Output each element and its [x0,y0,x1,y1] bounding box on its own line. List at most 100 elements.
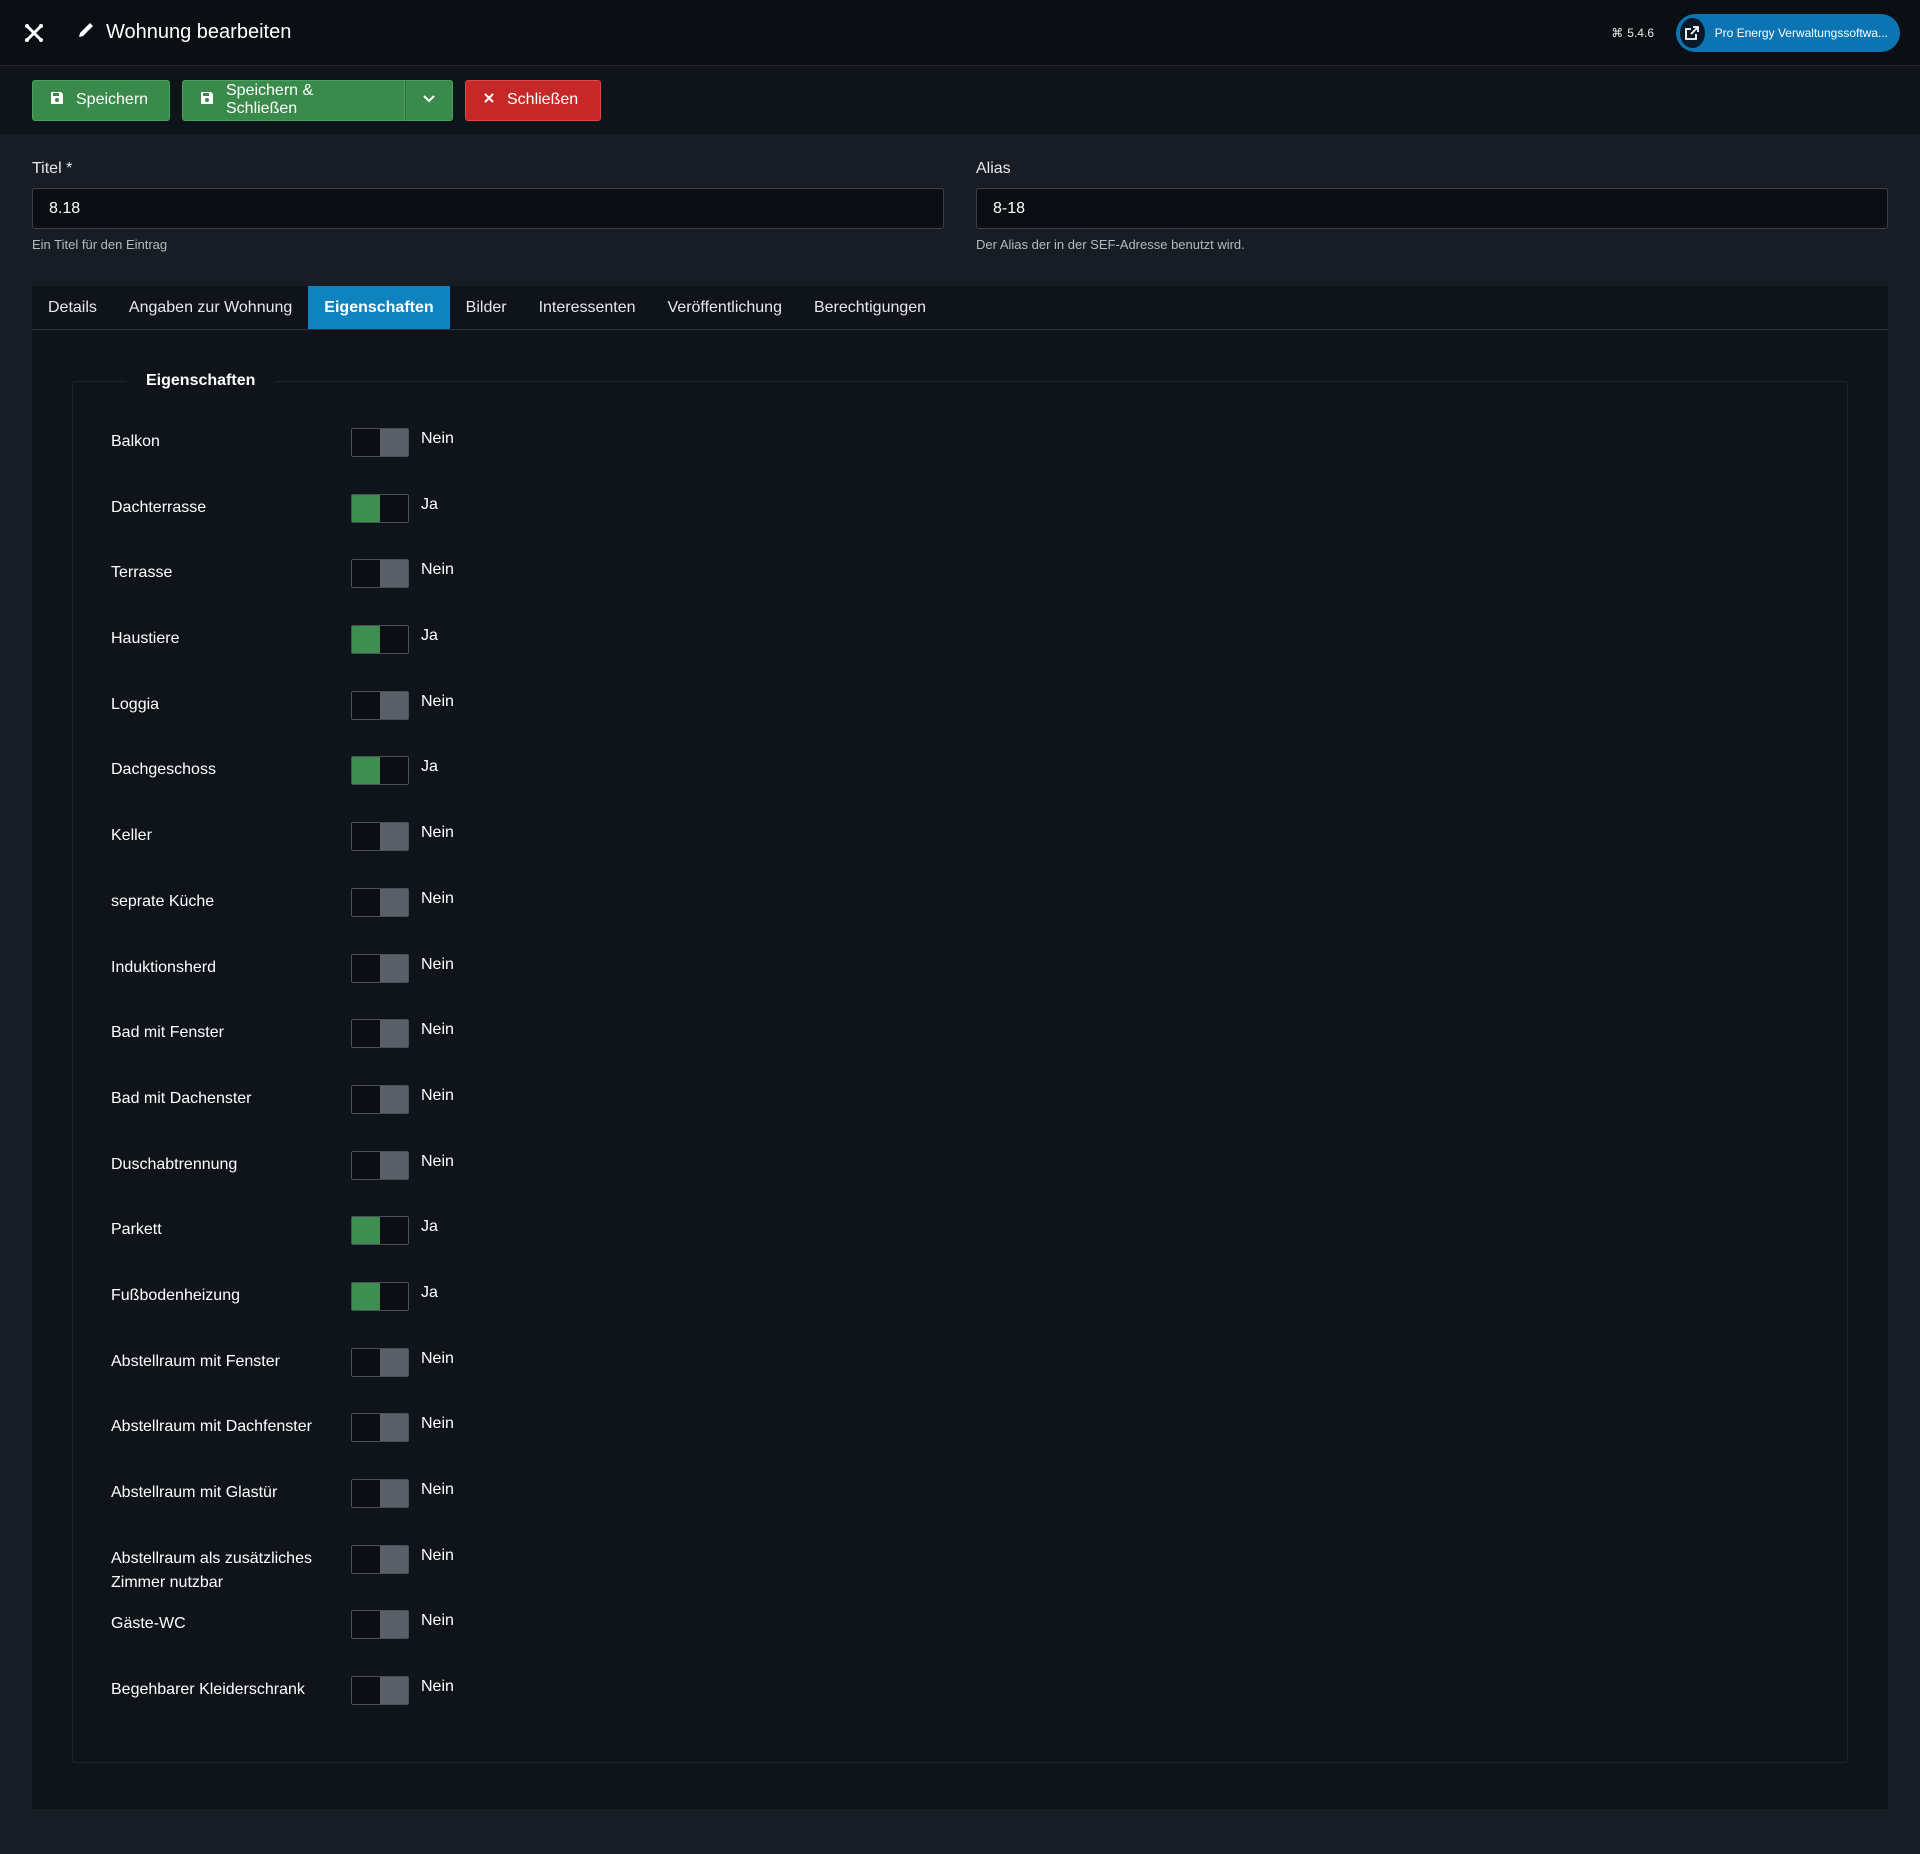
property-toggle-switch[interactable] [351,1413,409,1443]
page-title-text: Wohnung bearbeiten [106,21,292,43]
property-control: Nein [351,1469,454,1508]
property-toggle-switch[interactable] [351,1281,409,1311]
save-options-dropdown[interactable] [405,79,453,121]
title-label: Titel * [32,160,73,177]
property-row: Duschabtrennung Nein [111,1141,1809,1207]
tab-angaben-zur-wohnung[interactable]: Angaben zur Wohnung [113,286,308,329]
property-toggle-switch[interactable] [351,1019,409,1049]
toggle-left-half [352,954,380,982]
property-toggle-switch[interactable] [351,493,409,523]
toggle-left-half [352,823,380,851]
chevron-down-icon [422,91,436,109]
property-state-text: Nein [421,430,454,447]
save-close-button[interactable]: Speichern & Schließen [182,79,405,121]
toggle-right-half [380,1085,408,1113]
tab-bilder[interactable]: Bilder [450,286,523,329]
property-state-text: Nein [421,1546,454,1564]
property-state-text: Nein [421,1481,454,1498]
alias-help: Der Alias der in der SEF-Adresse benutzt… [976,237,1245,252]
toggle-right-half [380,954,408,982]
title-input[interactable] [32,188,944,229]
property-toggle-switch[interactable] [351,1479,409,1508]
property-toggle-switch[interactable] [351,953,409,983]
version-text: 5.4.6 [1627,26,1654,40]
property-toggle-switch[interactable] [351,690,409,720]
toggle-right-half [380,823,408,851]
toggle-right-half [380,1151,408,1179]
property-row: Begehbarer Kleiderschrank Nein [111,1666,1809,1732]
pencil-icon [76,20,96,46]
property-label: Keller [111,827,152,845]
property-state-text: Ja [421,627,438,645]
property-state-text: Ja [421,1283,438,1301]
property-label: Loggia [111,695,160,713]
property-state-text: Ja [421,495,438,513]
property-row: Gäste-WC Nein [111,1600,1809,1666]
property-toggle-switch[interactable] [351,822,409,852]
property-toggle-switch[interactable] [351,1150,409,1180]
property-toggle-switch[interactable] [351,1676,409,1706]
property-control: Nein [351,944,454,983]
save-close-group: Speichern & Schließen [182,79,453,121]
property-toggle-switch[interactable] [351,428,409,457]
toggle-right-half [380,691,408,719]
toggle-left-half [352,1020,380,1048]
toggle-right-half [380,429,408,456]
save-button[interactable]: Speichern [32,79,170,121]
tab-interessenten[interactable]: Interessenten [523,286,652,329]
property-control: Ja [351,1206,438,1246]
property-label: Duschabtrennung [111,1155,238,1173]
joomla-small-icon: ⌘ [1611,26,1624,40]
tab-berechtigungen[interactable]: Berechtigungen [798,286,942,329]
property-row: Bad mit Fenster Nein [111,1009,1809,1075]
toggle-right-half [380,494,408,522]
toggle-right-half [380,1677,408,1705]
property-control: Nein [351,1535,454,1574]
view-site-button[interactable]: Pro Energy Verwaltungssoftwa... [1676,14,1900,52]
toggle-right-half [380,1348,408,1376]
floppy-disk-icon [50,91,64,110]
property-state-text: Nein [421,1086,454,1104]
close-button[interactable]: Schließen [465,79,601,121]
joomla-logo-icon[interactable] [22,21,46,45]
title-alias-row: Titel * Ein Titel für den Eintrag Alias … [0,134,1920,252]
toggle-left-half [352,1480,380,1507]
property-toggle-switch[interactable] [351,559,409,589]
toggle-left-half [352,1611,380,1639]
save-close-label: Speichern & Schließen [226,82,314,117]
property-control: Ja [351,484,438,523]
property-toggle-switch[interactable] [351,625,409,655]
toggle-right-half [380,888,408,916]
property-row: Loggia Nein [111,681,1809,747]
property-label: Induktionsherd [111,958,216,976]
property-label: Bad mit Fenster [111,1024,224,1042]
property-state-text: Nein [421,955,454,973]
property-state-text: Nein [421,824,454,842]
property-toggle-switch[interactable] [351,887,409,917]
toggle-right-half [380,1020,408,1048]
property-toggle-switch[interactable] [351,1544,409,1574]
property-control: Nein [351,812,454,852]
property-label: Abstellraum mit Glastür [111,1484,278,1501]
tab-veroeffentlichung[interactable]: Veröffentlichung [652,286,798,329]
property-state-text: Nein [421,1415,454,1433]
property-label: Gäste-WC [111,1615,186,1633]
tab-details[interactable]: Details [32,286,113,329]
tab-eigenschaften[interactable]: Eigenschaften [308,286,450,329]
toggle-left-half [352,1217,380,1245]
property-label: Terrasse [111,564,173,582]
view-site-label: Pro Energy Verwaltungssoftwa... [1714,26,1888,40]
alias-input[interactable] [976,188,1888,229]
property-row: seprate Küche Nein [111,878,1809,944]
property-toggle-switch[interactable] [351,1347,409,1377]
property-control: Nein [351,1009,454,1049]
property-label: Fußbodenheizung [111,1286,240,1304]
property-row: Haustiere Ja [111,615,1809,681]
property-toggle-switch[interactable] [351,1610,409,1640]
property-toggle-switch[interactable] [351,1084,409,1114]
toggle-left-half [352,888,380,916]
property-control: Ja [351,615,438,655]
property-toggle-switch[interactable] [351,1216,409,1246]
property-toggle-switch[interactable] [351,756,409,786]
toggle-right-half [380,1611,408,1639]
